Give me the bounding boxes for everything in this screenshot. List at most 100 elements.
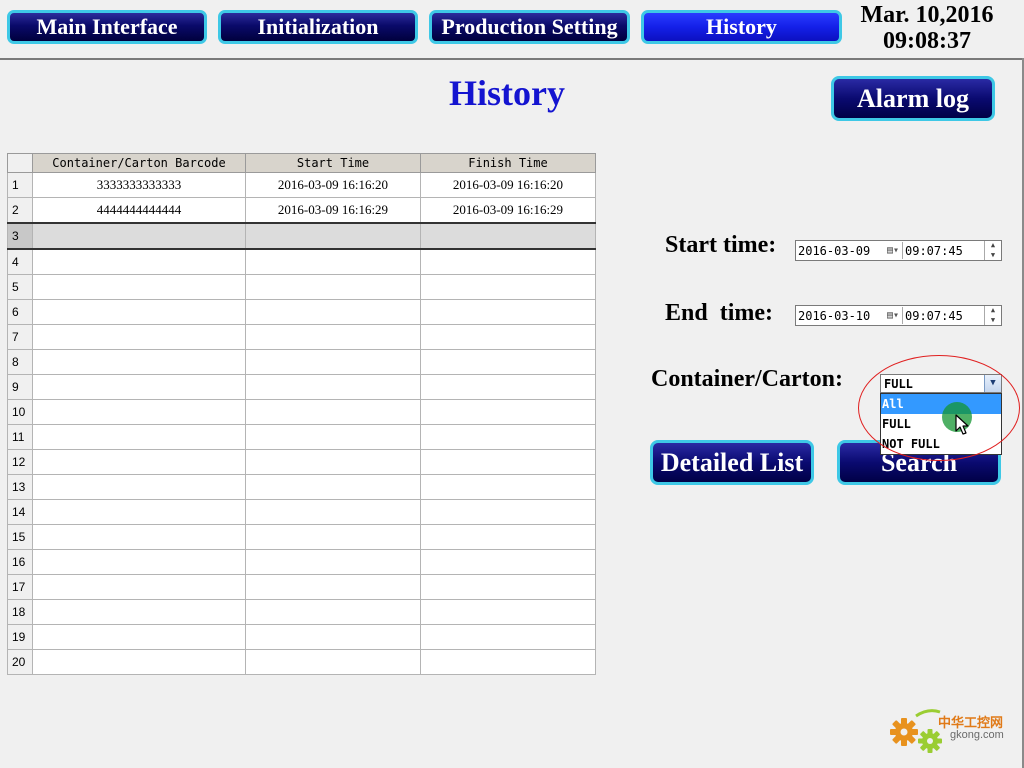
cell-barcode[interactable]: [32, 649, 246, 675]
table-row[interactable]: 19: [7, 624, 596, 650]
cell-start-time[interactable]: [245, 474, 421, 500]
table-row[interactable]: 2 4444444444444 2016-03-09 16:16:29 2016-03…: [7, 197, 596, 224]
alarm-log-button[interactable]: Alarm log: [831, 76, 995, 121]
detailed-list-button[interactable]: Detailed List: [650, 440, 814, 485]
cell-barcode[interactable]: [32, 274, 246, 300]
cell-finish-time[interactable]: 2016-03-09 16:16:20: [420, 172, 596, 198]
cell-barcode[interactable]: [32, 474, 246, 500]
spin-down-icon[interactable]: ▼: [985, 316, 1001, 326]
cell-start-time[interactable]: [245, 374, 421, 400]
cell-barcode[interactable]: [32, 599, 246, 625]
cell-barcode[interactable]: [32, 524, 246, 550]
column-header-finish-time[interactable]: Finish Time: [420, 153, 596, 173]
cell-barcode[interactable]: [32, 324, 246, 350]
table-row[interactable]: 9: [7, 374, 596, 400]
table-row[interactable]: 8: [7, 349, 596, 375]
cell-finish-time[interactable]: [420, 324, 596, 350]
start-time-spinner[interactable]: ▲ ▼: [984, 241, 1001, 260]
cell-barcode[interactable]: [32, 349, 246, 375]
cell-start-time[interactable]: 2016-03-09 16:16:20: [245, 172, 421, 198]
cell-finish-time[interactable]: [420, 599, 596, 625]
cell-start-time[interactable]: [245, 324, 421, 350]
cell-start-time[interactable]: [245, 248, 421, 275]
cell-barcode[interactable]: [32, 222, 246, 250]
spin-up-icon[interactable]: ▲: [985, 306, 1001, 316]
table-row[interactable]: 5: [7, 274, 596, 300]
cell-start-time[interactable]: [245, 624, 421, 650]
cell-start-time[interactable]: [245, 349, 421, 375]
cell-start-time[interactable]: [245, 424, 421, 450]
cell-start-time[interactable]: [245, 574, 421, 600]
cell-barcode[interactable]: [32, 399, 246, 425]
calendar-dropdown-icon[interactable]: ▤▾: [886, 245, 900, 256]
cell-barcode[interactable]: [32, 449, 246, 475]
cell-barcode[interactable]: [32, 374, 246, 400]
cell-barcode[interactable]: 4444444444444: [32, 197, 246, 224]
column-header-start-time[interactable]: Start Time: [245, 153, 421, 173]
cell-barcode[interactable]: [32, 624, 246, 650]
cell-finish-time[interactable]: [420, 549, 596, 575]
column-header-barcode[interactable]: Container/Carton Barcode: [32, 153, 246, 173]
cell-finish-time[interactable]: [420, 449, 596, 475]
cell-finish-time[interactable]: [420, 649, 596, 675]
cell-finish-time[interactable]: [420, 349, 596, 375]
end-date-value[interactable]: 2016-03-10: [796, 309, 886, 323]
cell-start-time[interactable]: [245, 599, 421, 625]
cell-finish-time[interactable]: [420, 222, 596, 250]
cell-barcode[interactable]: [32, 574, 246, 600]
cell-finish-time[interactable]: [420, 299, 596, 325]
cell-start-time[interactable]: [245, 549, 421, 575]
nav-history-button[interactable]: History: [641, 10, 842, 44]
cell-finish-time[interactable]: 2016-03-09 16:16:29: [420, 197, 596, 224]
table-row[interactable]: 20: [7, 649, 596, 675]
end-datetime-picker[interactable]: 2016-03-10 ▤▾ 09:07:45 ▲ ▼: [795, 305, 1002, 326]
table-row[interactable]: 16: [7, 549, 596, 575]
cell-barcode[interactable]: [32, 248, 246, 275]
spin-down-icon[interactable]: ▼: [985, 251, 1001, 261]
table-row[interactable]: 4: [7, 248, 596, 275]
table-row[interactable]: 13: [7, 474, 596, 500]
cell-barcode[interactable]: [32, 424, 246, 450]
table-row[interactable]: 7: [7, 324, 596, 350]
cell-finish-time[interactable]: [420, 248, 596, 275]
table-row[interactable]: 17: [7, 574, 596, 600]
cell-finish-time[interactable]: [420, 424, 596, 450]
table-row[interactable]: 18: [7, 599, 596, 625]
end-time-spinner[interactable]: ▲ ▼: [984, 306, 1001, 325]
table-row[interactable]: 15: [7, 524, 596, 550]
start-date-value[interactable]: 2016-03-09: [796, 244, 886, 258]
table-row[interactable]: 1 3333333333333 2016-03-09 16:16:20 2016-03…: [7, 172, 596, 198]
cell-finish-time[interactable]: [420, 399, 596, 425]
cell-start-time[interactable]: 2016-03-09 16:16:29: [245, 197, 421, 224]
table-row[interactable]: 10: [7, 399, 596, 425]
cell-start-time[interactable]: [245, 222, 421, 250]
start-datetime-picker[interactable]: 2016-03-09 ▤▾ 09:07:45 ▲ ▼: [795, 240, 1002, 261]
cell-start-time[interactable]: [245, 449, 421, 475]
nav-main-interface-button[interactable]: Main Interface: [7, 10, 207, 44]
start-time-value[interactable]: 09:07:45: [905, 244, 975, 258]
cell-finish-time[interactable]: [420, 624, 596, 650]
cell-barcode[interactable]: [32, 549, 246, 575]
cell-barcode[interactable]: [32, 499, 246, 525]
table-row[interactable]: 11: [7, 424, 596, 450]
cell-start-time[interactable]: [245, 524, 421, 550]
nav-production-setting-button[interactable]: Production Setting: [429, 10, 630, 44]
table-row[interactable]: 6: [7, 299, 596, 325]
cell-finish-time[interactable]: [420, 474, 596, 500]
table-row[interactable]: 12: [7, 449, 596, 475]
cell-finish-time[interactable]: [420, 374, 596, 400]
cell-start-time[interactable]: [245, 399, 421, 425]
cell-finish-time[interactable]: [420, 499, 596, 525]
cell-finish-time[interactable]: [420, 274, 596, 300]
table-row[interactable]: 3: [7, 222, 596, 250]
cell-start-time[interactable]: [245, 499, 421, 525]
cell-barcode[interactable]: 3333333333333: [32, 172, 246, 198]
nav-initialization-button[interactable]: Initialization: [218, 10, 418, 44]
table-row[interactable]: 14: [7, 499, 596, 525]
calendar-dropdown-icon[interactable]: ▤▾: [886, 310, 900, 321]
end-time-value[interactable]: 09:07:45: [905, 309, 975, 323]
cell-finish-time[interactable]: [420, 524, 596, 550]
cell-start-time[interactable]: [245, 274, 421, 300]
cell-start-time[interactable]: [245, 649, 421, 675]
cell-finish-time[interactable]: [420, 574, 596, 600]
